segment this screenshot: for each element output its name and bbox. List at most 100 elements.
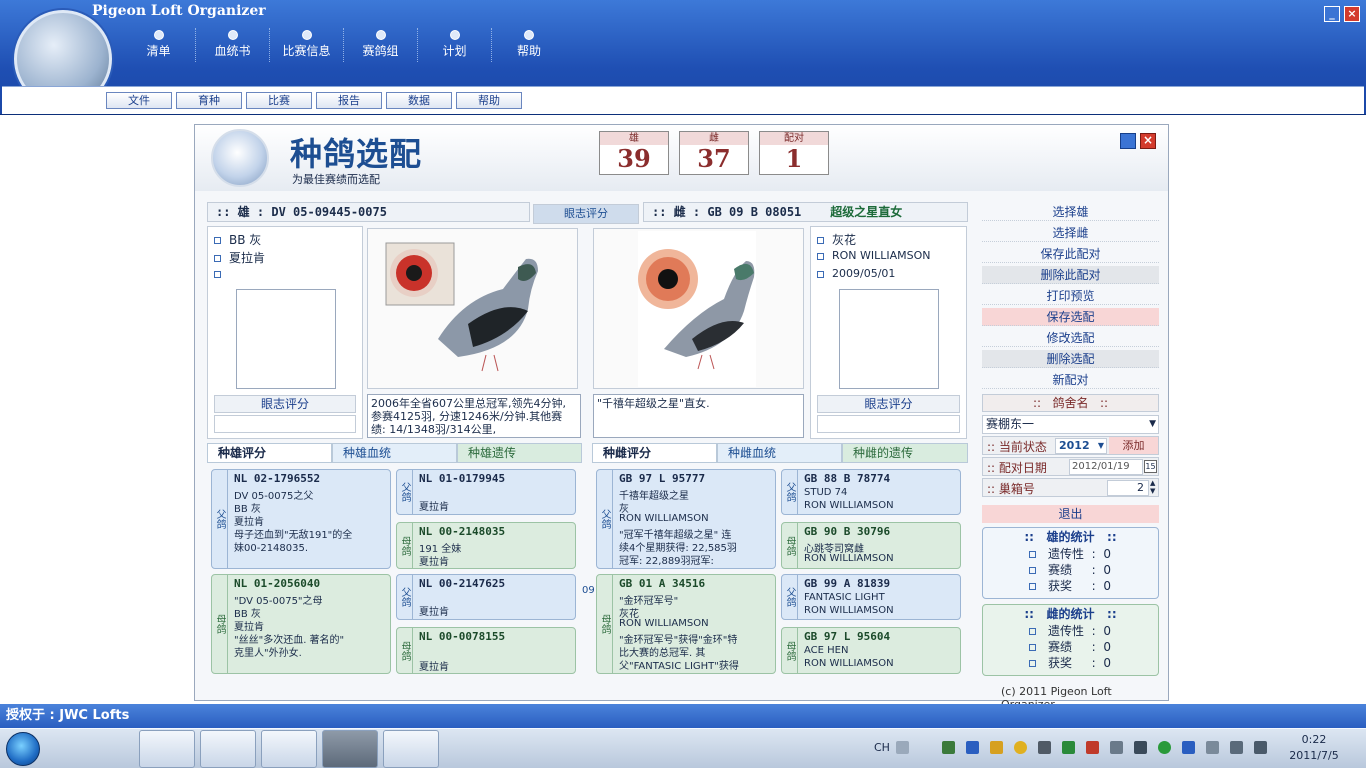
license-status-bar: 授权于 : JWC Lofts [0, 704, 1366, 728]
pigeon-organizer-taskbar-icon[interactable] [322, 730, 378, 768]
internet-explorer-icon[interactable] [261, 730, 317, 768]
menu-item-pedigree[interactable]: 血统书 [196, 28, 270, 62]
toolbar-help-button[interactable]: 帮助 [456, 92, 522, 109]
cock-sire-card[interactable]: 父鸽 NL 02-1796552 DV 05-0075之父 BB 灰 夏拉肯 母… [211, 469, 391, 569]
display-icon[interactable] [1230, 741, 1243, 754]
hen-notes[interactable]: "千禧年超级之星"直女. [593, 394, 804, 438]
tray-app-icon[interactable] [1038, 741, 1051, 754]
tray-app-icon[interactable] [990, 741, 1003, 754]
menu-item-plan[interactable]: 计划 [418, 28, 492, 62]
tab-hen-genetics[interactable]: 种雌的遗传 [842, 443, 968, 463]
tab-hen-pedigree[interactable]: 种雌血统 [717, 443, 842, 463]
select-hen-button[interactable]: 选择雌 [982, 224, 1159, 242]
menu-bullet-icon [227, 30, 238, 40]
tray-app-icon[interactable] [1110, 741, 1123, 754]
aol-icon[interactable] [966, 741, 979, 754]
panel-title: 种鸽选配 [290, 135, 423, 173]
tab-cock-genetics[interactable]: 种雄遗传 [457, 443, 582, 463]
clock[interactable]: 0:22 2011/7/5 [1286, 732, 1342, 764]
panel-minimize-button[interactable] [1120, 133, 1136, 149]
explorer-icon[interactable] [139, 730, 195, 768]
tab-hen-rating[interactable]: 种雌评分 [592, 443, 717, 463]
language-indicator[interactable]: CH [874, 741, 890, 754]
flag-icon[interactable] [1134, 741, 1147, 754]
toolbar-report-button[interactable]: 报告 [316, 92, 382, 109]
main-menu: 清单 血统书 比赛信息 赛鸽组 计划 帮助 [122, 28, 566, 62]
cock-header: :: 雄 : DV 05-09445-0075 [207, 202, 530, 222]
hen-dam-card[interactable]: 母鸽 GB 01 A 34516 "金环冠军号" 灰花 RON WILLIAMS… [596, 574, 776, 674]
new-pair-button[interactable]: 新配对 [982, 371, 1159, 389]
hen-stat-results: 赛绩 : 0 [983, 639, 1158, 655]
toolbar-race-button[interactable]: 比赛 [246, 92, 312, 109]
tray-app-icon[interactable] [1062, 741, 1075, 754]
loft-name-header: :: 鸽舍名 :: [982, 394, 1159, 412]
stepper-arrows-icon[interactable]: ▲ ▼ [1150, 479, 1155, 495]
tray-app-icon[interactable] [1086, 741, 1099, 754]
security-icon[interactable] [1158, 741, 1171, 754]
toolbar-breeding-button[interactable]: 育种 [176, 92, 242, 109]
print-preview-button[interactable]: 打印预览 [982, 287, 1159, 305]
delete-pairing-button[interactable]: 删除选配 [982, 350, 1159, 368]
cock-eye-rating-header: 眼志评分 [214, 395, 356, 413]
save-pairing-button[interactable]: 保存选配 [982, 308, 1159, 326]
paint-icon[interactable] [383, 730, 439, 768]
calendar-icon[interactable]: 15 [1144, 460, 1157, 473]
keyboard-icon[interactable] [896, 741, 909, 754]
tab-cock-pedigree[interactable]: 种雄血统 [332, 443, 457, 463]
loft-name-select[interactable]: 赛棚东一 ▼ [982, 415, 1159, 434]
nest-box-row: :: 巢箱号 2 ▲ ▼ [982, 478, 1159, 497]
toolbar-data-button[interactable]: 数据 [386, 92, 452, 109]
cock-dam-sire-card[interactable]: 父鸽 NL 00-2147625 夏拉肯 [396, 574, 576, 620]
menu-item-help[interactable]: 帮助 [492, 28, 566, 62]
cock-notes[interactable]: 2006年全省607公里总冠军,领先4分钟,参赛4125羽, 分速1246米/分… [367, 394, 581, 438]
eye-score-tab[interactable]: 眼志评分 [533, 204, 639, 224]
scroll-marker: 09 [582, 585, 595, 596]
cock-dam-dam-card[interactable]: 母鸽 NL 00-0078155 夏拉肯 [396, 627, 576, 674]
hen-sire-dam-card[interactable]: 母鸽 GB 90 B 30796 心跳苓司窝雌 RON WILLIAMSON [781, 522, 961, 569]
delete-pair-button[interactable]: 删除此配对 [982, 266, 1159, 284]
tray-app-icon[interactable] [1206, 741, 1219, 754]
cock-eye-rating-field[interactable] [214, 415, 356, 433]
computer-icon[interactable] [80, 730, 136, 768]
start-button[interactable] [6, 732, 40, 766]
hen-sire-sire-card[interactable]: 父鸽 GB 88 B 78774 STUD 74 RON WILLIAMSON [781, 469, 961, 515]
menu-item-race-info[interactable]: 比赛信息 [270, 28, 344, 62]
tab-cock-rating[interactable]: 种雄评分 [207, 443, 332, 463]
media-player-icon[interactable] [200, 730, 256, 768]
hen-info-box: 灰花 RON WILLIAMSON 2009/05/01 眼志评分 [810, 226, 967, 439]
save-pair-button[interactable]: 保存此配对 [982, 245, 1159, 263]
hen-date: 2009/05/01 [817, 267, 895, 280]
hen-dam-dam-card[interactable]: 母鸽 GB 97 L 95604 ACE HEN RON WILLIAMSON [781, 627, 961, 674]
select-cock-button[interactable]: 选择雄 [982, 203, 1159, 221]
cock-dam-card[interactable]: 母鸽 NL 01-2056040 "DV 05-0075"之母 BB 灰 夏拉肯… [211, 574, 391, 674]
hen-owner: RON WILLIAMSON [817, 249, 931, 262]
menu-item-race-group[interactable]: 赛鸽组 [344, 28, 418, 62]
hen-dam-sire-card[interactable]: 父鸽 GB 99 A 81839 FANTASIC LIGHT RON WILL… [781, 574, 961, 620]
window-close-button[interactable]: × [1344, 6, 1360, 22]
network-icon[interactable] [942, 741, 955, 754]
add-status-button[interactable]: 添加 [1109, 437, 1158, 454]
pairing-panel: 种鸽选配 为最佳赛绩而选配 雄 39 雌 37 配对 1 × :: 雄 : DV 05… [194, 124, 1169, 711]
hen-eye-rating-field[interactable] [817, 415, 960, 433]
hen-photo-image [638, 231, 756, 387]
edit-pairing-button[interactable]: 修改选配 [982, 329, 1159, 347]
window-minimize-button[interactable]: _ [1324, 6, 1340, 22]
hen-stat-awards: 获奖 : 0 [983, 655, 1158, 671]
cock-sire-sire-card[interactable]: 父鸽 NL 01-0179945 夏拉肯 [396, 469, 576, 515]
exit-button[interactable]: 退出 [982, 505, 1159, 523]
cock-color: BB 灰 [214, 231, 261, 248]
hen-color: 灰花 [817, 231, 856, 248]
panel-close-button[interactable]: × [1140, 133, 1156, 149]
toolbar-file-button[interactable]: 文件 [106, 92, 172, 109]
tray-app-icon[interactable] [1182, 741, 1195, 754]
tray-app-icon[interactable] [1014, 741, 1027, 754]
pair-date-field[interactable]: 2012/01/19 [1069, 459, 1143, 475]
status-year-select[interactable]: 2012 ▼ [1055, 438, 1107, 454]
hen-sire-card[interactable]: 父鸽 GB 97 L 95777 千禧年超级之星 灰 RON WILLIAMSO… [596, 469, 776, 569]
dropdown-arrow-icon: ▼ [1149, 419, 1156, 429]
cock-sire-dam-card[interactable]: 母鸽 NL 00-2148035 191 全妹 夏拉肯 [396, 522, 576, 569]
hen-thumb-frame [839, 289, 939, 389]
menu-item-list[interactable]: 清单 [122, 28, 196, 62]
nest-box-stepper[interactable]: 2 [1107, 480, 1149, 496]
volume-icon[interactable] [1254, 741, 1267, 754]
